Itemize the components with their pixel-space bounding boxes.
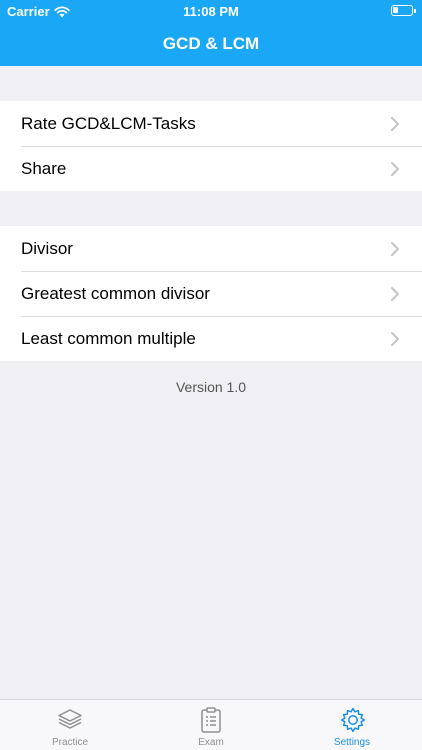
gcd-row[interactable]: Greatest common divisor xyxy=(0,271,422,316)
battery-level xyxy=(393,7,398,13)
settings-group-topics: Divisor Greatest common divisor Least co… xyxy=(0,226,422,361)
tab-practice[interactable]: Practice xyxy=(0,700,140,750)
chevron-right-icon xyxy=(391,287,399,301)
gcd-label: Greatest common divisor xyxy=(21,283,210,303)
lcm-row[interactable]: Least common multiple xyxy=(0,316,422,361)
status-bar: Carrier 11:08 PM xyxy=(0,0,422,22)
clock: 11:08 PM xyxy=(183,4,239,19)
share-row[interactable]: Share xyxy=(0,146,422,191)
tab-practice-label: Practice xyxy=(51,737,89,748)
chevron-right-icon xyxy=(391,332,399,346)
tab-bar: Practice Exam Settings xyxy=(0,699,422,750)
version-label: Version 1.0 xyxy=(175,379,247,395)
share-label: Share xyxy=(21,158,67,178)
settings-group-app: Rate GCD&LCM-Tasks Share xyxy=(0,101,422,191)
tab-settings-label: Settings xyxy=(333,737,371,748)
tab-settings[interactable]: Settings xyxy=(282,700,422,750)
tab-exam[interactable]: Exam xyxy=(141,700,281,750)
page-title: GCD & LCM xyxy=(162,34,260,53)
battery-icon xyxy=(391,5,416,16)
divisor-label: Divisor xyxy=(21,238,73,258)
rate-tasks-label: Rate GCD&LCM-Tasks xyxy=(21,113,196,133)
chevron-right-icon xyxy=(391,162,399,176)
layers-icon xyxy=(58,709,82,729)
tab-exam-label: Exam xyxy=(198,737,224,748)
lcm-label: Least common multiple xyxy=(21,328,196,348)
divisor-row[interactable]: Divisor xyxy=(0,226,422,271)
chevron-right-icon xyxy=(391,242,399,256)
clipboard-icon xyxy=(201,707,221,733)
rate-tasks-row[interactable]: Rate GCD&LCM-Tasks xyxy=(0,101,422,146)
navigation-header: Carrier 11:08 PM GCD & LCM xyxy=(0,0,422,66)
gear-icon xyxy=(340,707,366,733)
chevron-right-icon xyxy=(391,117,399,131)
